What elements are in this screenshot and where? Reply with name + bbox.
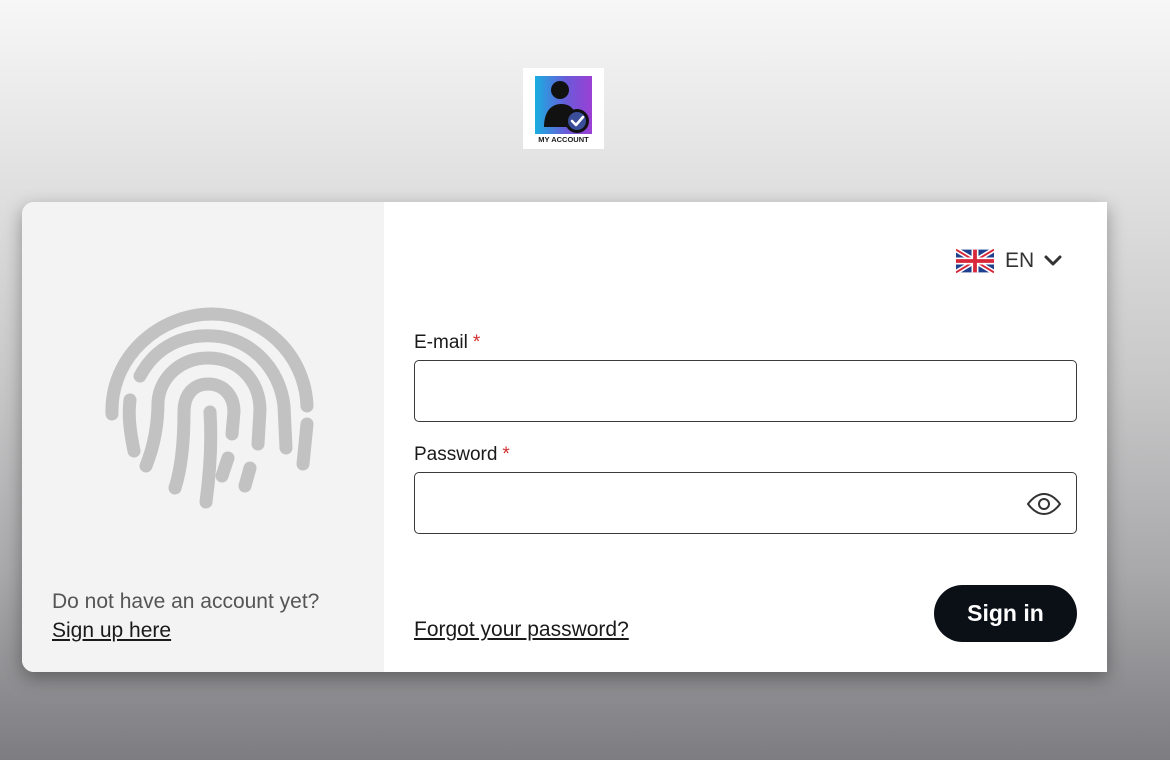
login-card: Do not have an account yet? Sign up here…	[22, 202, 1107, 672]
fingerprint-icon	[105, 307, 314, 509]
uk-flag-icon	[956, 249, 994, 273]
language-selector[interactable]: EN	[956, 248, 1062, 274]
logo-caption: MY ACCOUNT	[538, 135, 589, 144]
email-field[interactable]	[415, 361, 1076, 421]
password-label-text: Password	[414, 444, 498, 465]
my-account-logo: MY ACCOUNT	[523, 68, 604, 149]
eye-icon[interactable]	[1026, 493, 1062, 515]
user-verified-icon	[535, 76, 592, 134]
left-panel: Do not have an account yet? Sign up here	[22, 202, 384, 672]
chevron-down-icon	[1044, 255, 1062, 266]
sign-in-button[interactable]: Sign in	[934, 585, 1077, 642]
email-field-box	[414, 360, 1077, 422]
password-field[interactable]	[415, 473, 1076, 533]
email-label: E-mail *	[414, 332, 480, 354]
email-label-text: E-mail	[414, 332, 468, 353]
language-code: EN	[1005, 249, 1035, 272]
no-account-text: Do not have an account yet?	[52, 590, 320, 613]
password-label: Password *	[414, 444, 510, 466]
password-field-box	[414, 472, 1077, 534]
signup-link[interactable]: Sign up here	[52, 619, 171, 643]
password-required-mark: *	[502, 444, 510, 465]
email-required-mark: *	[472, 332, 481, 353]
forgot-password-link[interactable]: Forgot your password?	[414, 618, 629, 642]
